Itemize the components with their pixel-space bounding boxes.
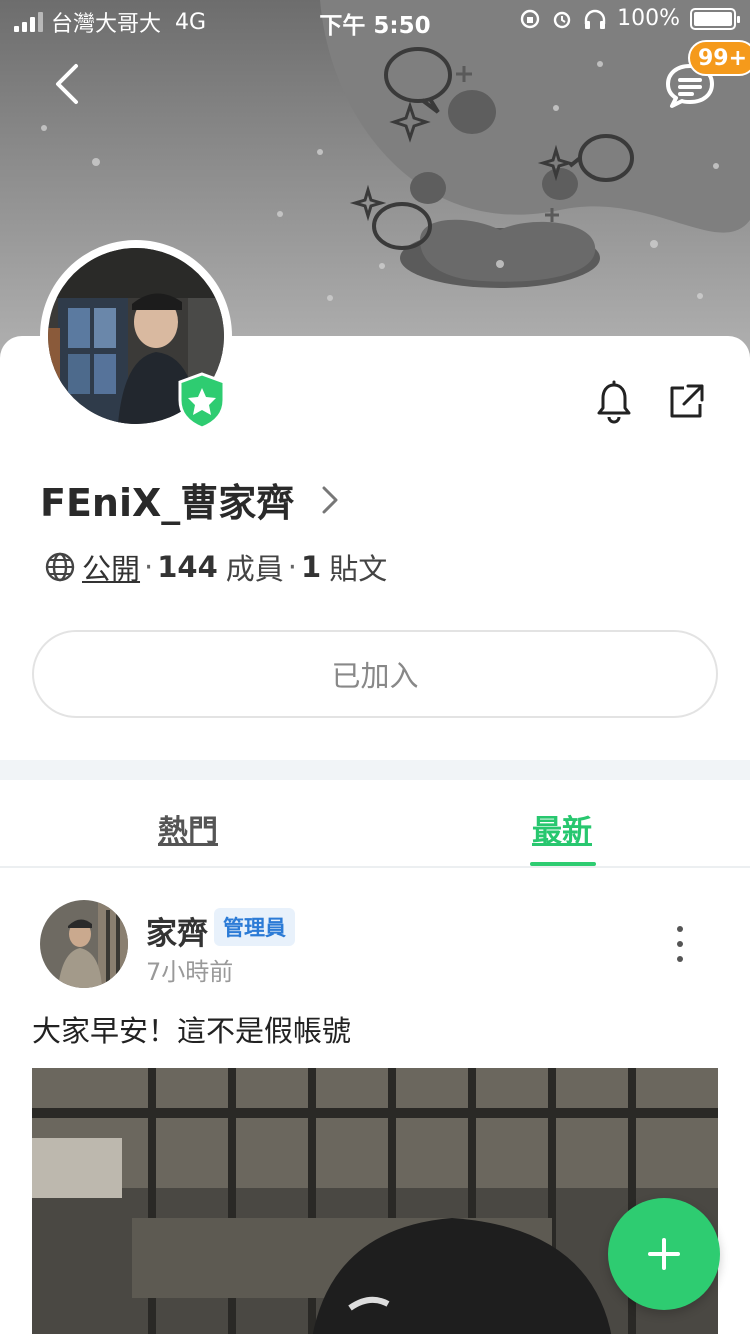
section-divider xyxy=(0,760,750,780)
feed-tabs: 熱門 最新 xyxy=(0,780,750,868)
active-tab-indicator xyxy=(530,862,596,866)
meta-separator: · xyxy=(287,550,298,584)
chevron-right-icon xyxy=(322,486,338,513)
post-label: 貼文 xyxy=(329,552,388,586)
tab-hot[interactable]: 熱門 xyxy=(158,806,218,850)
tab-latest[interactable]: 最新 xyxy=(532,806,592,850)
post-author-name[interactable]: 家齊 xyxy=(146,908,208,953)
status-bar: 台灣大哥大 4G 下午 5:50 100% xyxy=(0,0,750,40)
post-timestamp: 7小時前 xyxy=(146,958,234,986)
post-image[interactable] xyxy=(32,1068,718,1334)
member-count: 144 xyxy=(157,550,218,584)
post-photo xyxy=(32,1068,718,1334)
battery-icon xyxy=(690,7,740,30)
bell-icon xyxy=(597,380,631,424)
unread-badge: 99+ xyxy=(688,40,750,76)
plus-icon xyxy=(648,1238,680,1270)
status-right: 100% xyxy=(519,6,740,31)
group-meta: 公開 · 144 成員 · 1 貼文 xyxy=(44,546,387,588)
admin-badge: 管理員 xyxy=(214,908,295,946)
post-count: 1 xyxy=(301,550,322,584)
globe-icon xyxy=(45,552,75,582)
privacy-label[interactable]: 公開 xyxy=(82,546,140,588)
share-button[interactable] xyxy=(664,380,708,424)
headphones-icon xyxy=(584,9,606,29)
create-post-button[interactable] xyxy=(608,1198,720,1310)
group-name: FEniX_曹家齊 xyxy=(40,481,295,525)
share-icon xyxy=(670,384,704,418)
alarm-icon xyxy=(553,11,571,28)
post-text: 大家早安！這不是假帳號 xyxy=(32,1014,352,1048)
post-more-button[interactable] xyxy=(662,924,698,964)
rotation-lock-icon xyxy=(520,9,540,28)
back-icon xyxy=(56,64,78,104)
author-photo xyxy=(40,900,128,988)
more-vertical-icon xyxy=(677,926,683,932)
member-label: 成員 xyxy=(225,552,284,586)
post-author-avatar[interactable] xyxy=(40,900,128,988)
battery-percent: 100% xyxy=(617,6,680,31)
joined-button[interactable]: 已加入 xyxy=(32,630,718,718)
verified-shield-icon xyxy=(178,372,226,430)
notification-button[interactable] xyxy=(594,380,634,424)
back-button[interactable] xyxy=(44,60,92,108)
meta-separator: · xyxy=(144,550,154,584)
group-title-row[interactable]: FEniX_曹家齊 xyxy=(40,472,340,527)
